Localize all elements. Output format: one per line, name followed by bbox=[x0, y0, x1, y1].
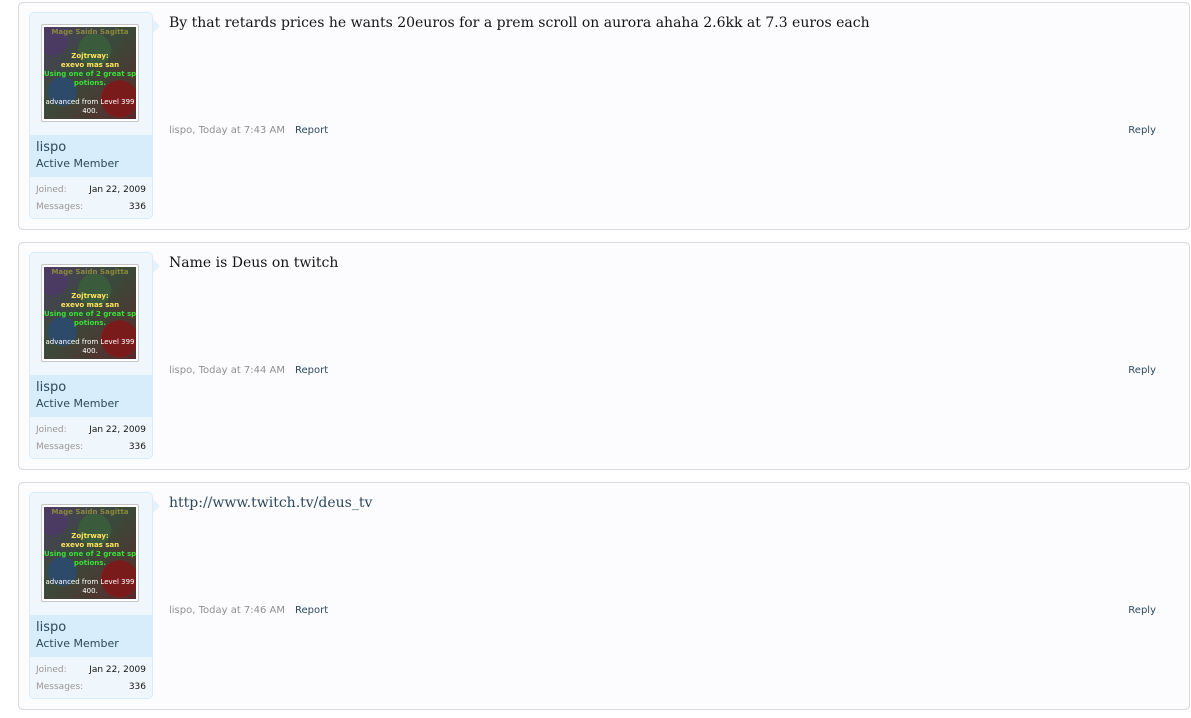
avatar-text: Mage Saidn Sagitta bbox=[51, 508, 129, 516]
message-user-info: Mage Saidn Sagitta Zojtrway: exevo mas s… bbox=[29, 252, 160, 459]
joined-row: Joined: Jan 22, 2009 bbox=[36, 185, 146, 199]
user-title: Active Member bbox=[36, 397, 119, 410]
avatar[interactable]: Mage Saidn Sagitta Zojtrway: exevo mas s… bbox=[41, 24, 139, 122]
post-author-date[interactable]: lispo, Today at 7:43 AM bbox=[169, 125, 285, 136]
joined-value: Jan 22, 2009 bbox=[89, 665, 146, 675]
messages-label: Messages: bbox=[36, 442, 84, 452]
reply-link[interactable]: Reply bbox=[1128, 125, 1156, 136]
message-content: Name is Deus on twitch bbox=[169, 255, 339, 271]
avatar-text: Using one of 2 great sp bbox=[44, 550, 136, 558]
avatar-text: potions. bbox=[73, 319, 107, 327]
post-author-date[interactable]: lispo, Today at 7:46 AM bbox=[169, 605, 285, 616]
avatar-text: Using one of 2 great sp bbox=[44, 70, 136, 78]
messages-value[interactable]: 336 bbox=[129, 442, 146, 452]
user-title: Active Member bbox=[36, 157, 119, 170]
avatar-image: Mage Saidn Sagitta Zojtrway: exevo mas s… bbox=[44, 267, 136, 359]
user-name-block: lispo Active Member bbox=[30, 135, 152, 177]
avatar-text: advanced from Level 399 bbox=[45, 338, 135, 346]
avatar-text: Mage Saidn Sagitta bbox=[51, 268, 129, 276]
user-title: Active Member bbox=[36, 637, 119, 650]
username-link[interactable]: lispo bbox=[36, 380, 66, 395]
avatar-text: 400. bbox=[82, 587, 98, 595]
avatar-text: Mage Saidn Sagitta bbox=[51, 28, 129, 36]
messages-label: Messages: bbox=[36, 682, 84, 692]
forum-post: Mage Saidn Sagitta Zojtrway: exevo mas s… bbox=[18, 482, 1190, 710]
avatar-text: Using one of 2 great sp bbox=[44, 310, 136, 318]
message-link[interactable]: http://www.twitch.tv/deus_tv bbox=[169, 494, 1169, 512]
avatar-text: Zojtrway: bbox=[71, 532, 109, 540]
message-user-info: Mage Saidn Sagitta Zojtrway: exevo mas s… bbox=[29, 492, 160, 699]
messages-label: Messages: bbox=[36, 202, 84, 212]
avatar-image: Mage Saidn Sagitta Zojtrway: exevo mas s… bbox=[44, 507, 136, 599]
forum-post: Mage Saidn Sagitta Zojtrway: exevo mas s… bbox=[18, 2, 1190, 230]
post-author-date[interactable]: lispo, Today at 7:44 AM bbox=[169, 365, 285, 376]
avatar-text: Zojtrway: bbox=[71, 52, 109, 60]
avatar[interactable]: Mage Saidn Sagitta Zojtrway: exevo mas s… bbox=[41, 264, 139, 362]
avatar-text: 400. bbox=[82, 347, 98, 355]
joined-value: Jan 22, 2009 bbox=[89, 185, 146, 195]
joined-row: Joined: Jan 22, 2009 bbox=[36, 665, 146, 679]
joined-value: Jan 22, 2009 bbox=[89, 425, 146, 435]
avatar-text: advanced from Level 399 bbox=[45, 98, 135, 106]
report-link[interactable]: Report bbox=[295, 365, 328, 376]
avatar-text: advanced from Level 399 bbox=[45, 578, 135, 586]
messages-row: Messages: 336 bbox=[36, 682, 146, 696]
avatar-text: potions. bbox=[73, 559, 107, 567]
user-name-block: lispo Active Member bbox=[30, 615, 152, 657]
joined-label: Joined: bbox=[36, 665, 67, 675]
avatar-text: exevo mas san bbox=[60, 61, 120, 69]
avatar[interactable]: Mage Saidn Sagitta Zojtrway: exevo mas s… bbox=[41, 504, 139, 602]
message-user-info: Mage Saidn Sagitta Zojtrway: exevo mas s… bbox=[29, 12, 160, 219]
avatar-image: Mage Saidn Sagitta Zojtrway: exevo mas s… bbox=[44, 27, 136, 119]
user-name-block: lispo Active Member bbox=[30, 375, 152, 417]
username-link[interactable]: lispo bbox=[36, 140, 66, 155]
message-content: By that retards prices he wants 20euros … bbox=[169, 15, 870, 31]
joined-label: Joined: bbox=[36, 185, 67, 195]
messages-row: Messages: 336 bbox=[36, 442, 146, 456]
report-link[interactable]: Report bbox=[295, 125, 328, 136]
messages-value[interactable]: 336 bbox=[129, 682, 146, 692]
avatar-text: 400. bbox=[82, 107, 98, 115]
joined-row: Joined: Jan 22, 2009 bbox=[36, 425, 146, 439]
messages-row: Messages: 336 bbox=[36, 202, 146, 216]
report-link[interactable]: Report bbox=[295, 605, 328, 616]
avatar-text: exevo mas san bbox=[60, 541, 120, 549]
reply-link[interactable]: Reply bbox=[1128, 605, 1156, 616]
forum-post: Mage Saidn Sagitta Zojtrway: exevo mas s… bbox=[18, 242, 1190, 470]
reply-link[interactable]: Reply bbox=[1128, 365, 1156, 376]
avatar-text: potions. bbox=[73, 79, 107, 87]
avatar-text: exevo mas san bbox=[60, 301, 120, 309]
username-link[interactable]: lispo bbox=[36, 620, 66, 635]
joined-label: Joined: bbox=[36, 425, 67, 435]
avatar-text: Zojtrway: bbox=[71, 292, 109, 300]
messages-value[interactable]: 336 bbox=[129, 202, 146, 212]
